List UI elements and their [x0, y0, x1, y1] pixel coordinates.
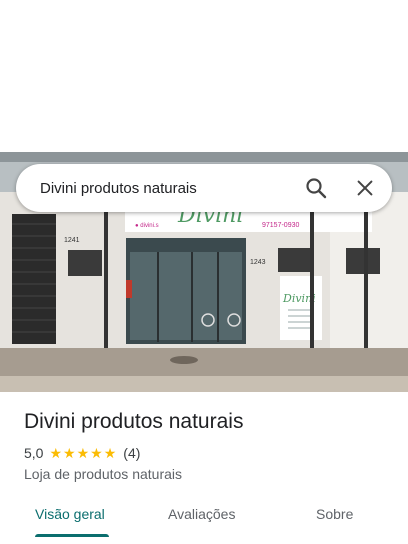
place-title: Divini produtos naturais [24, 410, 244, 433]
tab-overview[interactable]: Visão geral [35, 506, 105, 522]
place-category[interactable]: Loja de produtos naturais [24, 466, 182, 482]
star-icon: ★ [49, 445, 63, 461]
search-bar[interactable]: Divini produtos naturais [16, 164, 392, 212]
search-input[interactable]: Divini produtos naturais [40, 180, 304, 197]
search-icon[interactable] [304, 176, 328, 200]
rating-value: 5,0 [24, 445, 44, 461]
map-blank-area [0, 0, 408, 152]
star-icon: ★ [76, 445, 90, 461]
tab-about[interactable]: Sobre [316, 506, 353, 522]
sign-phone: 97157-0930 [262, 222, 299, 229]
review-count[interactable]: (4) [123, 445, 140, 461]
svg-text:● divini.s: ● divini.s [135, 223, 159, 229]
star-rating: ★ ★ ★ ★ ★ [49, 446, 117, 460]
close-icon[interactable] [354, 177, 376, 199]
place-info-panel: Divini produtos naturais 5,0 ★ ★ ★ ★ ★ (… [0, 392, 408, 544]
tab-reviews[interactable]: Avaliações [168, 506, 235, 522]
house-number-right: 1243 [250, 259, 266, 266]
active-tab-indicator [35, 534, 109, 537]
star-icon: ★ [63, 445, 76, 461]
rating-row[interactable]: 5,0 ★ ★ ★ ★ ★ (4) [24, 445, 140, 461]
star-icon: ★ [90, 445, 103, 461]
star-icon: ★ [103, 445, 117, 461]
house-number-left: 1241 [64, 237, 80, 244]
